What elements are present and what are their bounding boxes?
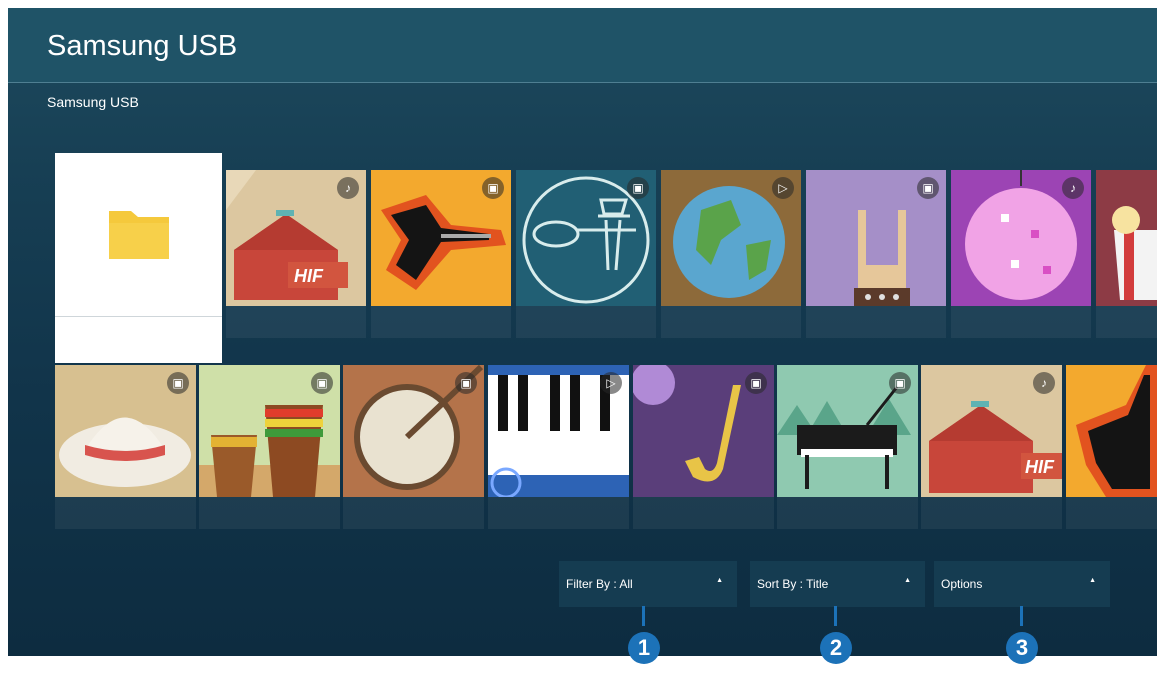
options-label: Options — [941, 577, 983, 591]
photo-icon: ▣ — [917, 177, 939, 199]
sort-dropdown[interactable]: Sort By : Title ▲ — [750, 561, 925, 607]
filter-dropdown[interactable]: Filter By : All ▲ — [559, 561, 737, 607]
photo-tile-grand-piano[interactable]: ▣ — [777, 365, 918, 497]
music-note-icon: ♪ — [1062, 177, 1084, 199]
callout-connector — [642, 606, 645, 626]
header-bar: Samsung USB — [8, 8, 1157, 82]
callout-connector — [1020, 606, 1023, 626]
tile-caption — [777, 497, 918, 529]
callout-connector — [834, 606, 837, 626]
tile-caption — [343, 497, 484, 529]
play-icon: ▷ — [772, 177, 794, 199]
callout-badge: 1 — [628, 632, 660, 664]
photo-tile-guitar-2[interactable] — [1066, 365, 1157, 497]
music-note-icon: ♪ — [1033, 372, 1055, 394]
music-tile-disco[interactable]: ♪ — [951, 170, 1091, 306]
photo-icon: ▣ — [889, 372, 911, 394]
photo-icon: ▣ — [745, 372, 767, 394]
photo-tile-banjo[interactable]: ▣ — [343, 365, 484, 497]
photo-tile-guitar[interactable]: ▣ — [371, 170, 511, 306]
caret-up-icon: ▲ — [904, 577, 911, 584]
photo-tile-drums[interactable]: ▣ — [199, 365, 340, 497]
filter-label: Filter By : All — [566, 577, 633, 591]
photo-tile-popcorn[interactable] — [1096, 170, 1157, 306]
photo-tile-saxophone[interactable]: ▣ — [633, 365, 774, 497]
folder-icon — [109, 211, 169, 259]
folder-tile-divider — [55, 316, 222, 317]
tile-caption — [921, 497, 1062, 529]
photo-icon: ▣ — [482, 177, 504, 199]
video-tile-piano-keys[interactable]: ▷ — [488, 365, 629, 497]
sort-label: Sort By : Title — [757, 577, 829, 591]
popcorn-artwork — [1096, 170, 1157, 306]
photo-icon: ▣ — [311, 372, 333, 394]
tile-caption — [633, 497, 774, 529]
callout-badge: 2 — [820, 632, 852, 664]
photo-tile-rock-hand[interactable]: ▣ — [806, 170, 946, 306]
tile-caption — [371, 306, 511, 338]
caret-up-icon: ▲ — [1089, 577, 1096, 584]
header-divider — [8, 82, 1157, 83]
play-icon: ▷ — [600, 372, 622, 394]
video-tile-globe[interactable]: ▷ — [661, 170, 801, 306]
caret-up-icon: ▲ — [716, 577, 723, 584]
tile-caption — [1066, 497, 1157, 529]
tv-screen: Samsung USB Samsung USB HIF ♪ ▣ ▣ ▷ ▣ ♪ … — [8, 8, 1157, 656]
tile-caption — [661, 306, 801, 338]
music-tile-hifi[interactable]: HIF ♪ — [226, 170, 366, 306]
svg-text:HIF: HIF — [1025, 457, 1055, 477]
music-note-icon: ♪ — [337, 177, 359, 199]
svg-text:HIF: HIF — [294, 266, 324, 286]
callout-badge: 3 — [1006, 632, 1038, 664]
photo-tile-guitarist[interactable]: ▣ — [516, 170, 656, 306]
tile-caption — [488, 497, 629, 529]
photo-tile-hat[interactable]: ▣ — [55, 365, 196, 497]
photo-icon: ▣ — [455, 372, 477, 394]
photo-icon: ▣ — [627, 177, 649, 199]
tile-caption — [199, 497, 340, 529]
tile-caption — [1096, 306, 1157, 338]
music-tile-hifi-2[interactable]: HIF ♪ — [921, 365, 1062, 497]
tile-caption — [806, 306, 946, 338]
tile-caption — [951, 306, 1091, 338]
guitar-artwork — [1066, 365, 1157, 497]
tile-caption — [516, 306, 656, 338]
photo-icon: ▣ — [167, 372, 189, 394]
tile-caption — [226, 306, 366, 338]
folder-tile[interactable] — [55, 153, 222, 363]
breadcrumb: Samsung USB — [47, 94, 139, 110]
options-dropdown[interactable]: Options ▲ — [934, 561, 1110, 607]
app-title: Samsung USB — [47, 30, 238, 62]
tile-caption — [55, 497, 196, 529]
